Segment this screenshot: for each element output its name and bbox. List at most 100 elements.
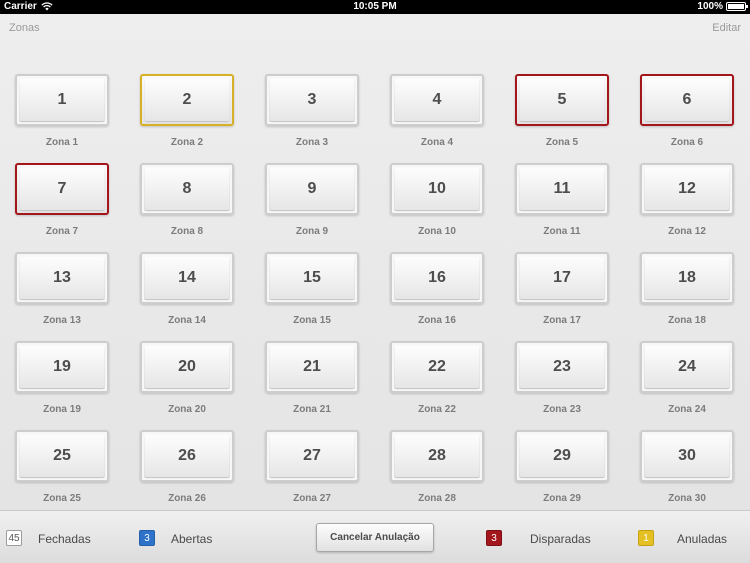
zone-button[interactable]: 19	[15, 341, 109, 393]
zone-number: 1	[57, 91, 67, 108]
zone-label: Zona 23	[543, 404, 581, 415]
zone-number: 11	[553, 180, 571, 197]
zone-number: 4	[432, 91, 442, 108]
zone-button[interactable]: 11	[515, 163, 609, 215]
zone-number: 14	[178, 269, 196, 286]
zone-label: Zona 11	[543, 226, 581, 237]
zone-label: Zona 17	[543, 315, 581, 326]
zone-button[interactable]: 12	[640, 163, 734, 215]
zone-number: 6	[682, 91, 692, 108]
zone-number: 13	[53, 269, 71, 286]
zone-button[interactable]: 26	[140, 430, 234, 482]
zone-button[interactable]: 14	[140, 252, 234, 304]
zone-button[interactable]: 13	[15, 252, 109, 304]
zone-number: 15	[303, 269, 321, 286]
zone-number: 12	[678, 180, 696, 197]
zone-label: Zona 2	[170, 137, 204, 148]
zone-button[interactable]: 8	[140, 163, 234, 215]
zone-label: Zona 30	[668, 493, 706, 504]
zone-button[interactable]: 3	[265, 74, 359, 126]
zone-button[interactable]: 9	[265, 163, 359, 215]
zone-number: 2	[182, 91, 192, 108]
zone-label: Zona 18	[668, 315, 706, 326]
zone-button[interactable]: 25	[15, 430, 109, 482]
zone-number: 24	[678, 358, 696, 375]
status-bar: Carrier 10:05 PM 100%	[0, 0, 750, 14]
zone-label: Zona 7	[45, 226, 79, 237]
zone-number: 30	[678, 447, 696, 464]
open-label: Abertas	[171, 532, 213, 546]
triggered-count-badge: 3	[486, 530, 502, 546]
zone-label: Zona 19	[43, 404, 81, 415]
zone-label: Zona 26	[168, 493, 206, 504]
zone-label: Zona 3	[295, 137, 329, 148]
zone-button[interactable]: 16	[390, 252, 484, 304]
zone-label: Zona 21	[293, 404, 331, 415]
zone-label: Zona 29	[543, 493, 581, 504]
zone-number: 26	[178, 447, 196, 464]
legend-bar: 45 Fechadas 3 Abertas Cancelar Anulação …	[0, 510, 750, 563]
zone-button[interactable]: 4	[390, 74, 484, 126]
zone-button[interactable]: 15	[265, 252, 359, 304]
zone-button[interactable]: 17	[515, 252, 609, 304]
zone-number: 7	[57, 180, 67, 197]
closed-label: Fechadas	[38, 532, 91, 546]
zone-number: 27	[303, 447, 321, 464]
zone-button[interactable]: 28	[390, 430, 484, 482]
zone-button[interactable]: 1	[15, 74, 109, 126]
zone-label: Zona 14	[168, 315, 206, 326]
zone-button[interactable]: 23	[515, 341, 609, 393]
zone-number: 3	[307, 91, 317, 108]
closed-count-badge: 45	[6, 530, 22, 546]
zone-number: 9	[307, 180, 317, 197]
zone-number: 21	[303, 358, 321, 375]
cancel-annulment-button[interactable]: Cancelar Anulação	[316, 523, 434, 552]
zone-label: Zona 15	[293, 315, 331, 326]
zone-label: Zona 16	[418, 315, 456, 326]
zone-label: Zona 4	[420, 137, 454, 148]
zone-label: Zona 25	[43, 493, 81, 504]
battery-percent: 100%	[697, 1, 723, 12]
zone-button[interactable]: 7	[15, 163, 109, 215]
zone-number: 5	[557, 91, 567, 108]
zone-button[interactable]: 21	[265, 341, 359, 393]
annulled-label: Anuladas	[677, 532, 728, 546]
zone-label: Zona 27	[293, 493, 331, 504]
zone-label: Zona 20	[168, 404, 206, 415]
zone-button[interactable]: 27	[265, 430, 359, 482]
status-time: 10:05 PM	[353, 1, 397, 12]
zone-number: 29	[553, 447, 571, 464]
zone-label: Zona 22	[418, 404, 456, 415]
zone-number: 8	[182, 180, 192, 197]
zone-label: Zona 24	[668, 404, 706, 415]
zones-panel: Zonas Editar 1 Zona 1 2 Zona 2 3 Zona 3 4 Zona …	[0, 14, 750, 510]
zone-number: 28	[428, 447, 446, 464]
zone-label: Zona 28	[418, 493, 456, 504]
zone-number: 22	[428, 358, 446, 375]
zone-button[interactable]: 5	[515, 74, 609, 126]
zone-number: 23	[553, 358, 571, 375]
annulled-count-badge: 1	[638, 530, 654, 546]
zone-number: 17	[553, 269, 571, 286]
zone-number: 20	[178, 358, 196, 375]
zone-button[interactable]: 18	[640, 252, 734, 304]
triggered-label: Disparadas	[530, 532, 591, 546]
zone-label: Zona 5	[545, 137, 579, 148]
battery-group: 100%	[697, 1, 748, 12]
zone-button[interactable]: 22	[390, 341, 484, 393]
zone-button[interactable]: 24	[640, 341, 734, 393]
zone-number: 18	[678, 269, 696, 286]
zone-label: Zona 8	[170, 226, 204, 237]
zone-label: Zona 1	[45, 137, 79, 148]
zone-button[interactable]: 20	[140, 341, 234, 393]
zone-label: Zona 10	[418, 226, 456, 237]
zone-button[interactable]: 2	[140, 74, 234, 126]
zone-number: 19	[53, 358, 71, 375]
edit-button[interactable]: Editar	[676, 14, 750, 42]
zone-button[interactable]: 30	[640, 430, 734, 482]
zone-label: Zona 12	[668, 226, 706, 237]
zone-button[interactable]: 10	[390, 163, 484, 215]
zonas-tab[interactable]: Zonas	[0, 14, 72, 42]
zone-button[interactable]: 29	[515, 430, 609, 482]
zone-button[interactable]: 6	[640, 74, 734, 126]
